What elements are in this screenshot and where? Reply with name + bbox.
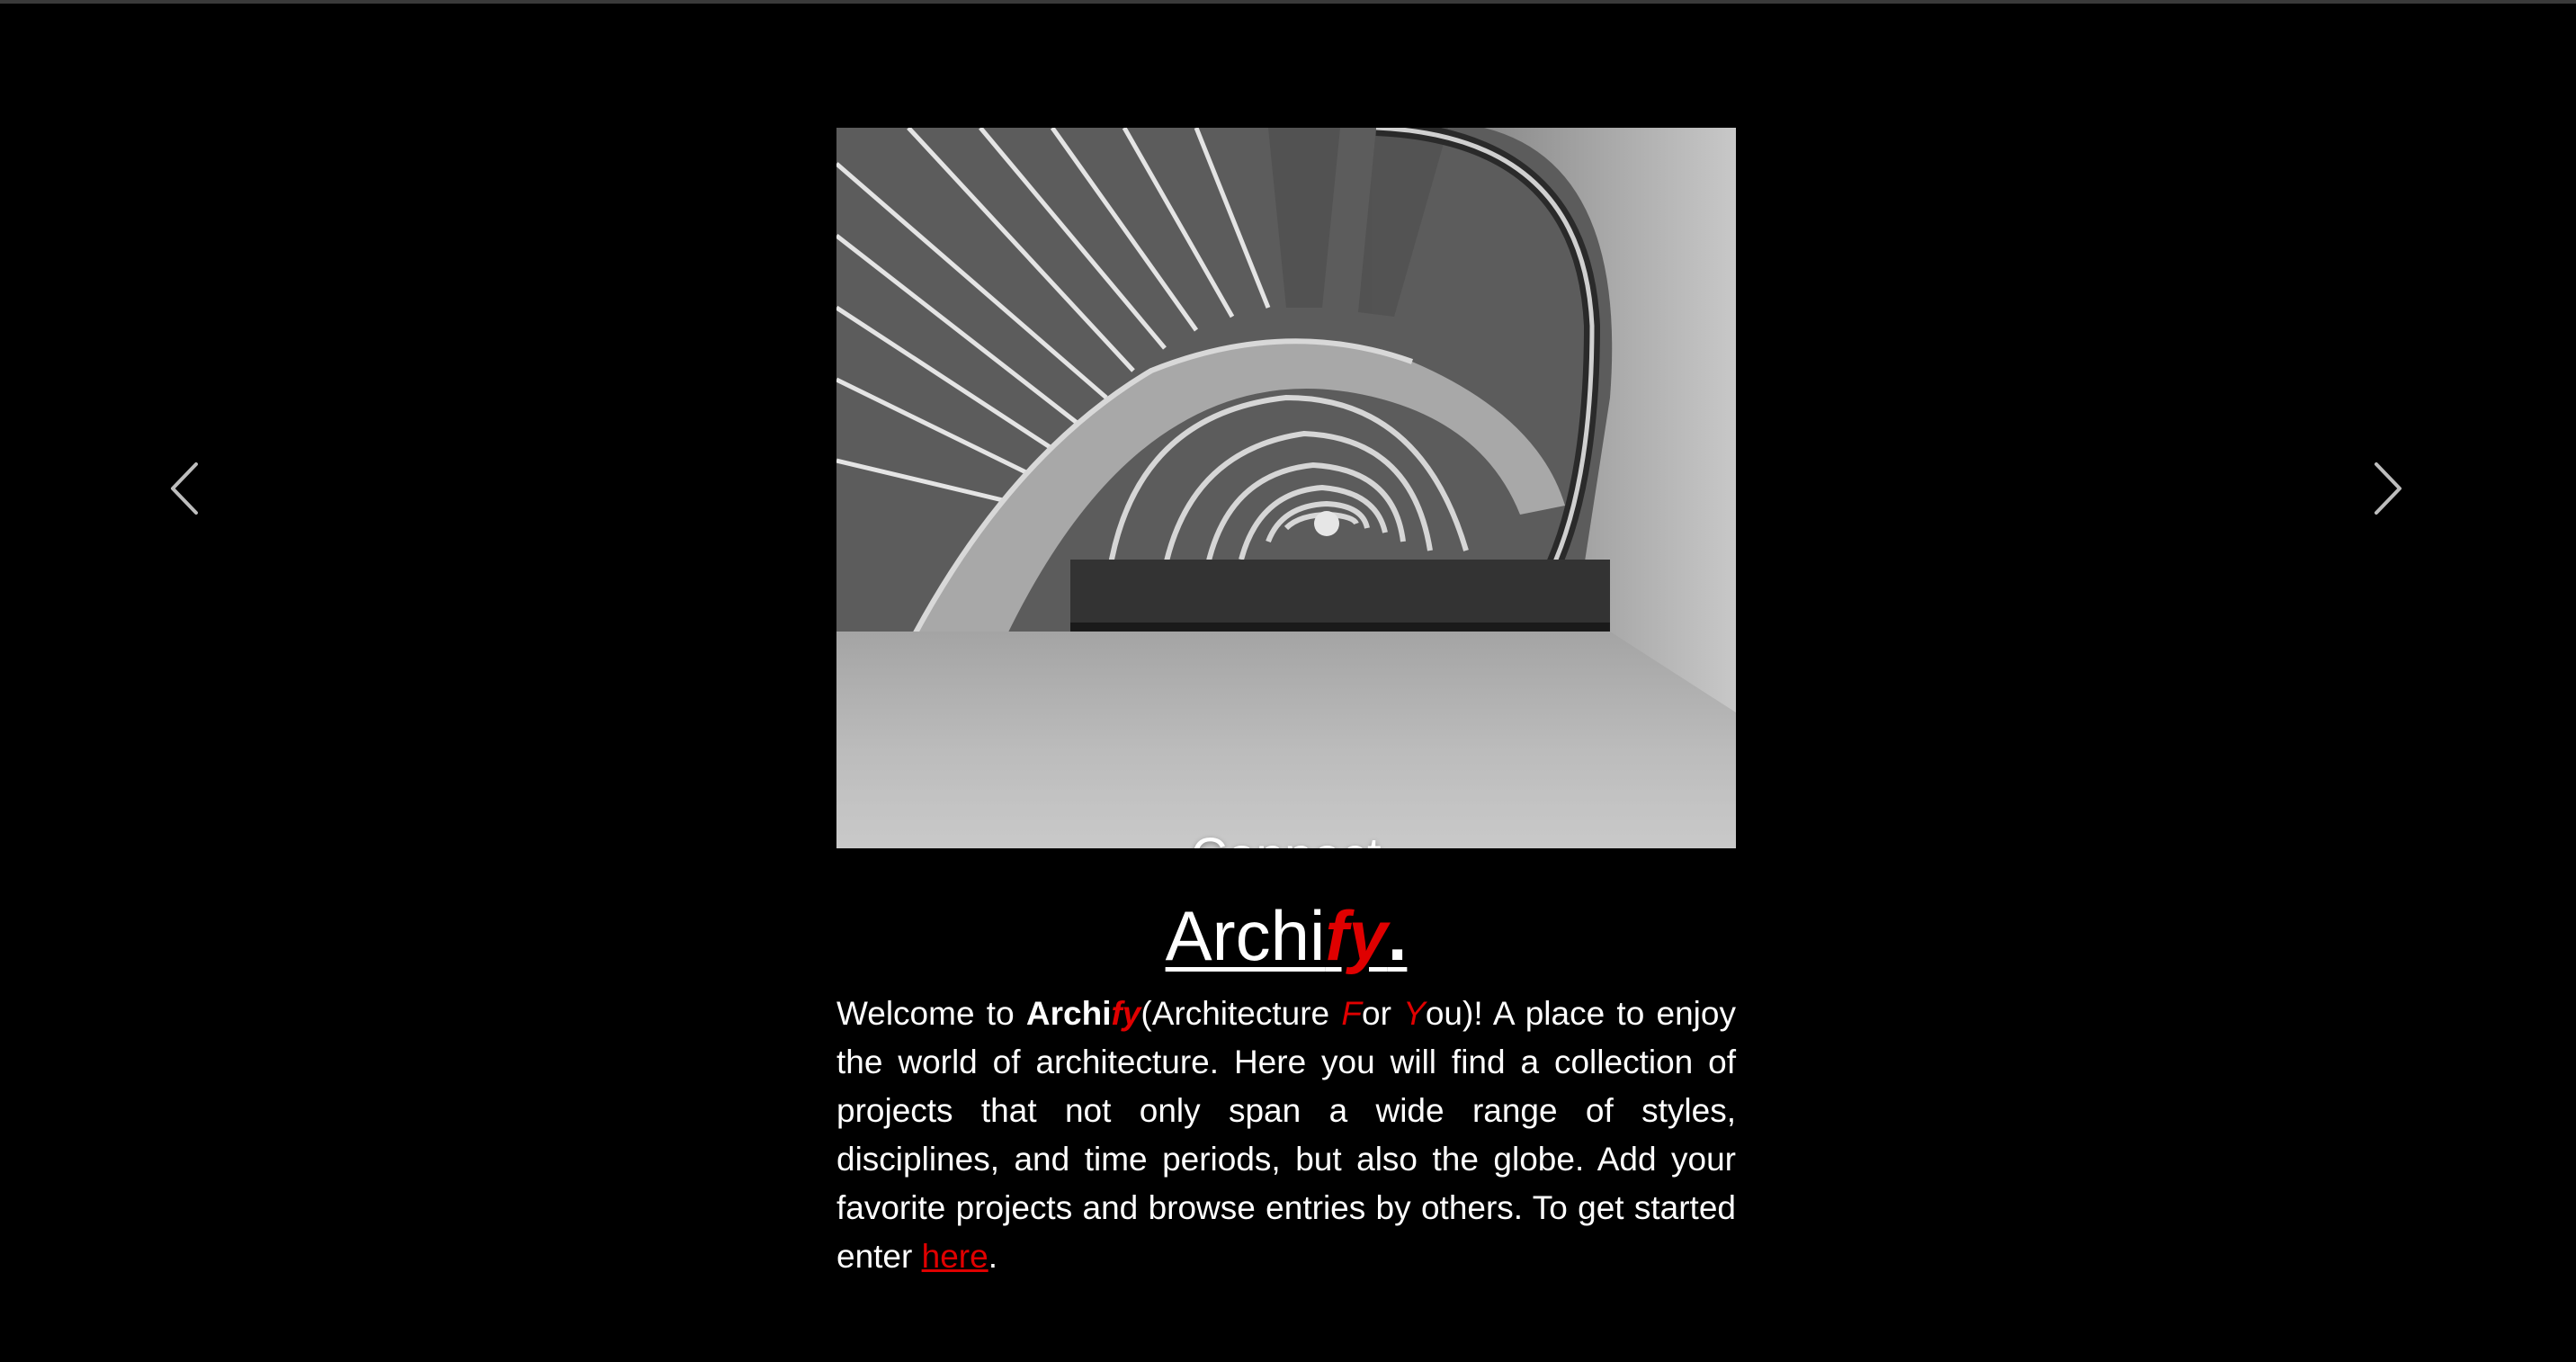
- intro-brand-fy: fy: [1111, 995, 1141, 1032]
- intro-text-4: ou)! A place to enjoy the world of archi…: [836, 995, 1736, 1275]
- intro-text-2: (Architecture: [1140, 995, 1342, 1032]
- brand-part-archi: Archi: [1165, 896, 1326, 975]
- get-started-link[interactable]: here: [922, 1238, 988, 1275]
- image-carousel[interactable]: Connect: [836, 128, 1736, 848]
- intro-letter-y: Y: [1403, 995, 1426, 1032]
- intro-text-3: or: [1362, 995, 1404, 1032]
- carousel-slide-image: [836, 128, 1736, 848]
- intro-text-1: Welcome to: [836, 995, 1026, 1032]
- chevron-left-icon: [171, 462, 198, 515]
- intro-brand-archi: Archi: [1025, 995, 1112, 1032]
- top-border: [0, 0, 2576, 4]
- brand-part-fy: fy: [1325, 896, 1388, 975]
- carousel-caption: Connect: [836, 826, 1736, 848]
- intro-letter-f: F: [1341, 995, 1362, 1032]
- intro-paragraph: Welcome to Archify(Architecture For You)…: [836, 990, 1736, 1281]
- page: Connect Archify. Welcome to Archify(Arch…: [0, 0, 2576, 1362]
- carousel-prev-button[interactable]: [167, 459, 203, 518]
- carousel-next-button[interactable]: [2369, 459, 2405, 518]
- brand-part-dot: .: [1387, 896, 1408, 975]
- chevron-right-icon: [2375, 462, 2402, 515]
- intro-text-5: .: [988, 1238, 997, 1275]
- brand-link[interactable]: Archify.: [1166, 896, 1408, 975]
- brand-heading: Archify.: [836, 891, 1736, 981]
